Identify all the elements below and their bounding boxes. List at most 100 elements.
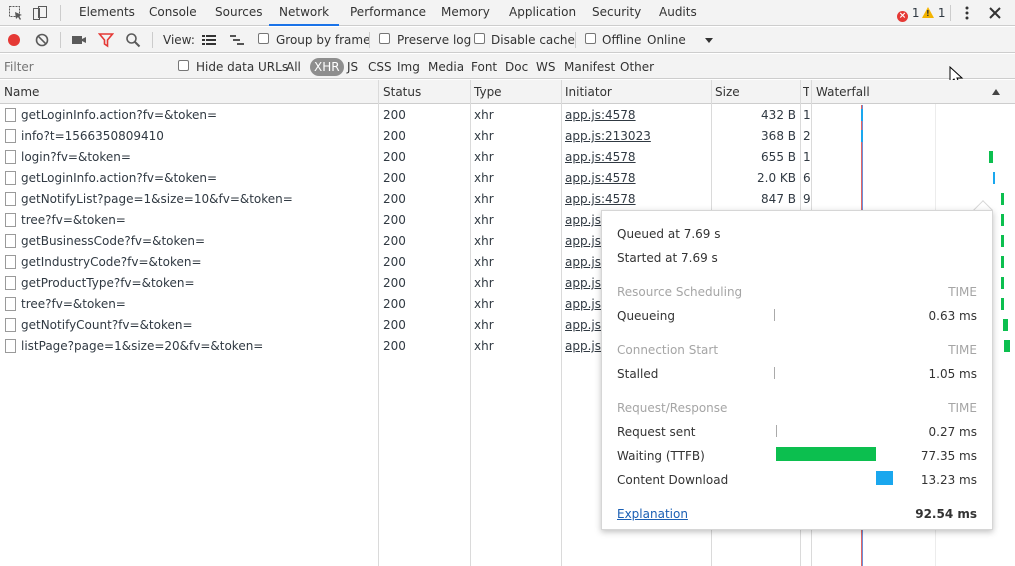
section-time-label: TIME [948, 343, 977, 357]
document-file-icon [5, 108, 16, 122]
tab-elements[interactable]: Elements [77, 0, 137, 26]
clear-icon[interactable] [34, 32, 50, 48]
waterfall-bar[interactable] [861, 109, 863, 121]
request-initiator-link[interactable]: app.js:213023 [565, 129, 705, 144]
hide-data-urls-checkbox[interactable] [178, 60, 189, 71]
request-initiator-link[interactable]: app.js:4578 [565, 150, 705, 165]
request-initiator-link[interactable]: app.js:4578 [565, 108, 705, 123]
request-type: xhr [474, 129, 494, 143]
group-by-frame-label: Group by frame [276, 33, 371, 47]
section-request-response: Request/Response [617, 401, 728, 415]
request-status: 200 [383, 213, 406, 227]
filter-input[interactable] [4, 59, 164, 75]
filter-type-js[interactable]: JS [347, 60, 358, 74]
explanation-link[interactable]: Explanation [617, 507, 688, 521]
preserve-log-checkbox[interactable] [379, 33, 390, 44]
filter-type-xhr[interactable]: XHR [310, 58, 344, 76]
column-status[interactable]: Status [383, 85, 421, 99]
table-row[interactable]: info?t=1566350809410 200 xhr app.js:213023 3… [0, 126, 1015, 147]
tab-performance[interactable]: Performance [348, 0, 428, 26]
waterfall-bar[interactable] [989, 151, 993, 163]
waterfall-bar[interactable] [1001, 298, 1004, 310]
request-type: xhr [474, 108, 494, 122]
column-type[interactable]: Type [474, 85, 502, 99]
waterfall-bar[interactable] [1001, 214, 1004, 226]
filter-type-other[interactable]: Other [620, 60, 654, 74]
request-status: 200 [383, 339, 406, 353]
more-options-icon[interactable] [959, 5, 975, 21]
request-type: xhr [474, 339, 494, 353]
section-time-label: TIME [948, 401, 977, 415]
filter-type-manifest[interactable]: Manifest [564, 60, 615, 74]
large-rows-icon[interactable] [201, 32, 217, 48]
warnings-badge[interactable]: ! 1 [922, 6, 945, 20]
tab-security[interactable]: Security [590, 0, 643, 26]
waterfall-bar[interactable] [861, 130, 863, 142]
waterfall-bar[interactable] [1001, 193, 1004, 205]
device-toolbar-icon[interactable] [32, 5, 48, 21]
errors-badge[interactable]: × 1 [897, 6, 919, 22]
table-row[interactable]: getNotifyList?page=1&size=10&fv=&token= 2… [0, 189, 1015, 210]
tab-sources[interactable]: Sources [213, 0, 264, 26]
waterfall-bar[interactable] [1003, 319, 1008, 331]
throttling-select[interactable]: Online [647, 33, 686, 47]
screenshot-camera-icon[interactable] [71, 32, 87, 48]
waterfall-bar[interactable] [1001, 256, 1004, 268]
column-initiator[interactable]: Initiator [565, 85, 612, 99]
filter-type-media[interactable]: Media [428, 60, 464, 74]
request-name: getNotifyCount?fv=&token= [21, 318, 193, 332]
group-by-frame-checkbox[interactable] [258, 33, 269, 44]
document-file-icon [5, 339, 16, 353]
table-row[interactable]: getLoginInfo.action?fv=&token= 200 xhr app.… [0, 105, 1015, 126]
warning-icon: ! [922, 7, 934, 18]
column-size[interactable]: Size [715, 85, 740, 99]
waterfall-bar[interactable] [1001, 235, 1004, 247]
overview-waterfall-icon[interactable] [229, 32, 245, 48]
inspect-element-icon[interactable] [8, 5, 24, 21]
close-icon[interactable] [987, 5, 1003, 21]
search-icon[interactable] [125, 32, 141, 48]
waterfall-bar[interactable] [1004, 340, 1010, 352]
disable-cache-checkbox[interactable] [474, 33, 485, 44]
network-toolbar: View: Group by frame Preserve log Disabl… [0, 27, 1015, 53]
filter-type-ws[interactable]: WS [536, 60, 555, 74]
filter-type-font[interactable]: Font [471, 60, 497, 74]
request-name: listPage?page=1&size=20&fv=&token= [21, 339, 264, 353]
request-time: 6 [803, 171, 810, 185]
sort-ascending-icon[interactable] [991, 88, 1001, 96]
request-status: 200 [383, 150, 406, 164]
chevron-down-icon[interactable] [704, 33, 714, 47]
filter-type-all[interactable]: All [286, 60, 301, 74]
column-waterfall[interactable]: Waterfall [816, 85, 870, 99]
request-initiator-link[interactable]: app.js:4578 [565, 192, 705, 207]
preserve-log-label: Preserve log [397, 33, 472, 47]
request-type: xhr [474, 213, 494, 227]
tab-network[interactable]: Network [269, 0, 340, 26]
toolbar-separator [60, 32, 61, 48]
column-time[interactable]: T [803, 85, 809, 99]
record-icon[interactable] [6, 32, 22, 48]
toolbar-separator [369, 32, 370, 48]
tab-console[interactable]: Console [147, 0, 199, 26]
table-row[interactable]: getLoginInfo.action?fv=&token= 200 xhr app.… [0, 168, 1015, 189]
waterfall-bar[interactable] [1001, 277, 1004, 289]
table-row[interactable]: login?fv=&token= 200 xhr app.js:4578 655 B 1 [0, 147, 1015, 168]
filter-type-doc[interactable]: Doc [505, 60, 528, 74]
filter-icon[interactable] [98, 32, 114, 48]
tab-audits[interactable]: Audits [657, 0, 699, 26]
waterfall-bar[interactable] [993, 172, 995, 184]
filter-type-img[interactable]: Img [397, 60, 420, 74]
section-connection-start: Connection Start [617, 343, 719, 357]
column-name[interactable]: Name [4, 85, 39, 99]
tab-application[interactable]: Application [507, 0, 578, 26]
request-type: xhr [474, 150, 494, 164]
request-type: xhr [474, 276, 494, 290]
queueing-label: Queueing [617, 309, 675, 323]
filter-type-css[interactable]: CSS [368, 60, 392, 74]
document-file-icon [5, 171, 16, 185]
tabbar-separator [950, 5, 951, 21]
offline-checkbox[interactable] [585, 33, 596, 44]
request-initiator-link[interactable]: app.js:4578 [565, 171, 705, 186]
tab-memory[interactable]: Memory [439, 0, 492, 26]
request-name: getLoginInfo.action?fv=&token= [21, 108, 218, 122]
